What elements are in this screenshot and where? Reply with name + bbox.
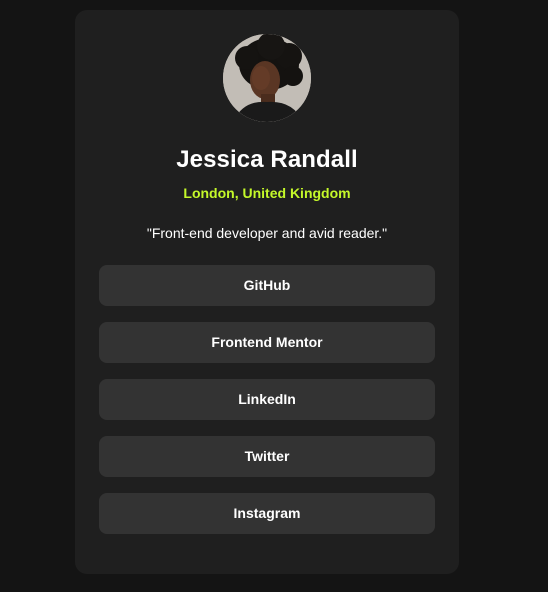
profile-card: Jessica Randall London, United Kingdom "… (75, 10, 459, 574)
profile-bio: "Front-end developer and avid reader." (146, 225, 388, 241)
avatar (223, 34, 311, 122)
social-links: GitHub Frontend Mentor LinkedIn Twitter … (99, 265, 435, 550)
profile-name: Jessica Randall (176, 146, 358, 173)
avatar-photo-icon (223, 34, 311, 122)
twitter-link-button[interactable]: Twitter (99, 436, 435, 477)
profile-location: London, United Kingdom (183, 185, 351, 201)
instagram-link-button[interactable]: Instagram (99, 493, 435, 534)
frontend-mentor-link-button[interactable]: Frontend Mentor (99, 322, 435, 363)
linkedin-link-button[interactable]: LinkedIn (99, 379, 435, 420)
github-link-button[interactable]: GitHub (99, 265, 435, 306)
